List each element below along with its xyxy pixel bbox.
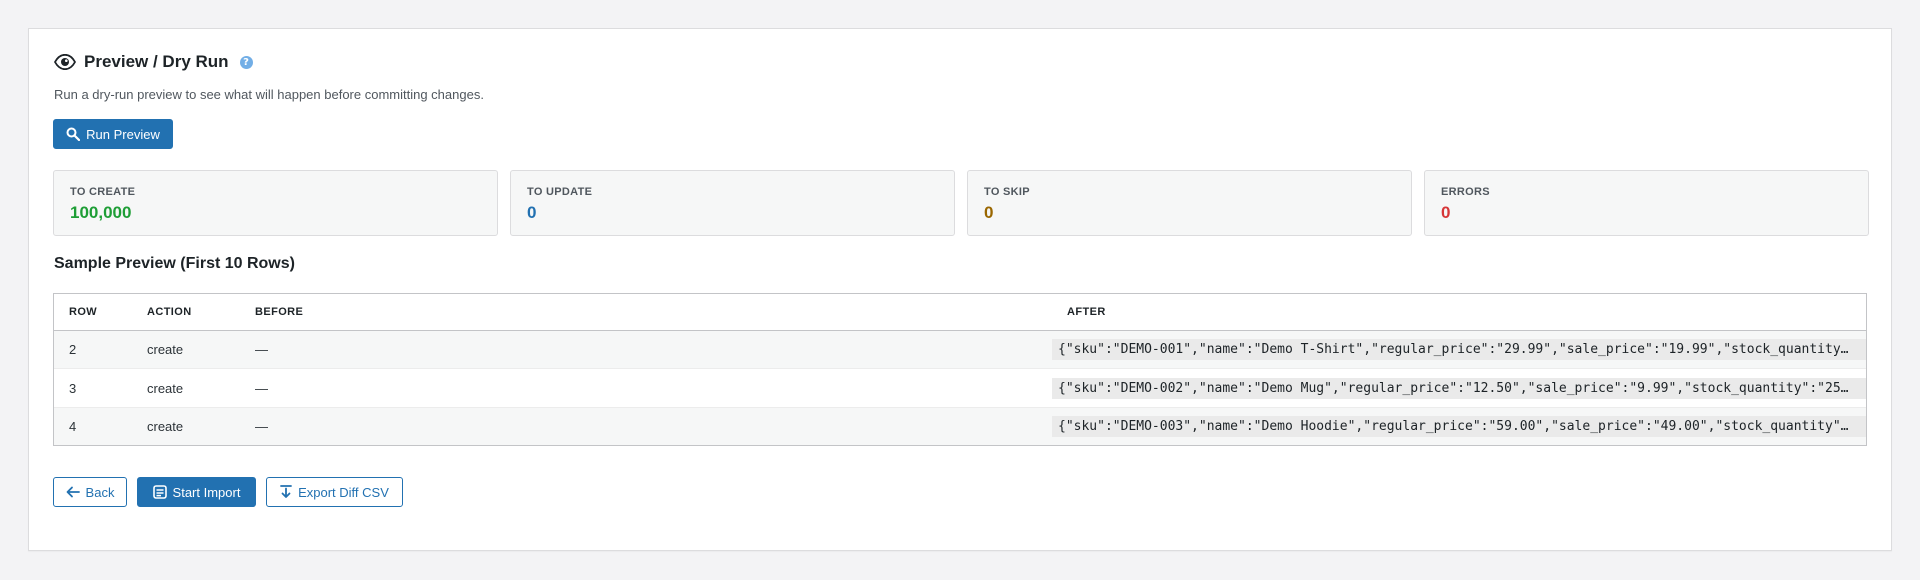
back-button[interactable]: Back (53, 477, 127, 507)
table-row: 4 create — {"sku":"DEMO-003","name":"Dem… (54, 407, 1866, 445)
database-icon (152, 485, 167, 499)
stats-row: TO CREATE 100,000 TO UPDATE 0 TO SKIP 0 … (53, 170, 1869, 236)
page-title: Preview / Dry Run (84, 52, 229, 71)
stat-value: 0 (984, 203, 994, 222)
page-description: Run a dry-run preview to see what will h… (54, 87, 484, 102)
action-bar: Back Start Import Export Diff CSV (53, 477, 403, 507)
stat-card-to-create: TO CREATE 100,000 (53, 170, 498, 236)
row-after: {"sku":"DEMO-003","name":"Demo Hoodie","… (1052, 416, 1866, 438)
back-label: Back (85, 484, 115, 500)
start-import-label: Start Import (172, 484, 241, 500)
stat-card-to-skip: TO SKIP 0 (967, 170, 1412, 236)
table-header-row: ROW ACTION BEFORE AFTER (54, 294, 1866, 330)
export-diff-csv-button[interactable]: Export Diff CSV (266, 477, 403, 507)
download-icon (280, 485, 292, 498)
preview-panel: Preview / Dry Run ? Run a dry-run previe… (28, 28, 1892, 551)
stat-label: TO UPDATE (527, 186, 593, 198)
row-number: 3 (69, 380, 77, 396)
row-action: create (147, 341, 184, 357)
column-header-after: AFTER (1067, 305, 1106, 318)
column-header-before: BEFORE (255, 305, 304, 318)
row-number: 4 (69, 419, 77, 435)
stat-label: TO CREATE (70, 186, 136, 198)
table-row: 3 create — {"sku":"DEMO-002","name":"Dem… (54, 368, 1866, 408)
row-after-cell: {"sku":"DEMO-002","name":"Demo Mug","reg… (1052, 369, 1866, 408)
panel-header: Preview / Dry Run ? (54, 49, 253, 75)
arrow-left-icon (66, 486, 80, 498)
preview-table: ROW ACTION BEFORE AFTER 2 create — {"sku… (53, 293, 1867, 446)
run-preview-button[interactable]: Run Preview (53, 119, 173, 149)
start-import-button[interactable]: Start Import (137, 477, 256, 507)
stat-label: TO SKIP (984, 186, 1030, 198)
eye-icon (54, 54, 76, 70)
row-before: — (255, 419, 268, 435)
stat-label: ERRORS (1441, 186, 1490, 198)
table-row: 2 create — {"sku":"DEMO-001","name":"Dem… (54, 330, 1866, 369)
row-before: — (255, 341, 268, 357)
search-icon (66, 127, 81, 141)
row-before: — (255, 380, 268, 396)
row-action: create (147, 419, 184, 435)
sample-preview-title: Sample Preview (First 10 Rows) (54, 255, 295, 272)
stat-card-errors: ERRORS 0 (1424, 170, 1869, 236)
row-action: create (147, 380, 184, 396)
run-preview-label: Run Preview (86, 126, 160, 142)
row-after: {"sku":"DEMO-001","name":"Demo T-Shirt",… (1052, 338, 1866, 360)
help-icon[interactable]: ? (239, 55, 253, 69)
stat-value: 0 (527, 203, 537, 222)
stat-value: 0 (1441, 203, 1451, 222)
row-number: 2 (69, 341, 77, 357)
row-after: {"sku":"DEMO-002","name":"Demo Mug","reg… (1052, 377, 1866, 399)
column-header-action: ACTION (147, 305, 192, 318)
stat-value: 100,000 (70, 203, 132, 222)
column-header-row: ROW (69, 305, 98, 318)
export-diff-label: Export Diff CSV (298, 484, 389, 500)
row-after-cell: {"sku":"DEMO-001","name":"Demo T-Shirt",… (1052, 330, 1866, 369)
row-after-cell: {"sku":"DEMO-003","name":"Demo Hoodie","… (1052, 407, 1866, 445)
stat-card-to-update: TO UPDATE 0 (510, 170, 955, 236)
